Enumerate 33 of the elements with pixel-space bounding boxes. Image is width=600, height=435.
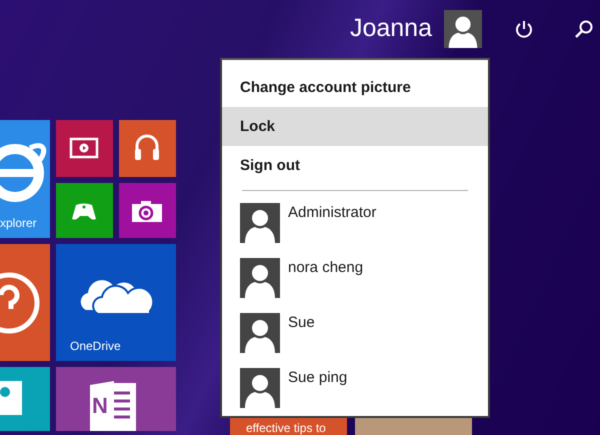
- user-name: nora cheng: [288, 260, 364, 278]
- tile[interactable]: N: [56, 367, 176, 431]
- avatar-icon: [240, 203, 280, 243]
- user-name: Administrator: [288, 205, 376, 223]
- user-row[interactable]: Sue: [222, 313, 488, 368]
- user-row[interactable]: nora cheng: [222, 258, 488, 313]
- video-icon: [69, 136, 99, 160]
- search-icon[interactable]: [574, 19, 594, 39]
- user-name: Sue: [288, 315, 315, 333]
- tile-label: xplorer: [0, 215, 37, 232]
- tile[interactable]: [119, 120, 176, 177]
- user-row[interactable]: Administrator: [222, 203, 488, 258]
- tile[interactable]: OneDrive: [56, 244, 176, 361]
- tile[interactable]: xplorer: [0, 120, 50, 238]
- avatar-icon[interactable]: [444, 10, 482, 48]
- tile[interactable]: [56, 120, 113, 177]
- avatar-icon: [240, 258, 280, 298]
- tile-label: effective tips to: [246, 420, 326, 435]
- user-name: Sue ping: [288, 370, 348, 388]
- avatar-icon: [240, 313, 280, 353]
- tile[interactable]: [56, 183, 113, 238]
- article-tile[interactable]: effective tips to: [230, 418, 347, 435]
- menu-item[interactable]: Change account picture: [222, 68, 488, 107]
- menu-item[interactable]: Lock: [222, 107, 488, 146]
- user-name[interactable]: Joanna: [350, 10, 432, 48]
- power-icon[interactable]: [514, 19, 534, 39]
- tile[interactable]: [119, 183, 176, 238]
- avatar-icon: [240, 368, 280, 408]
- menu-item[interactable]: Sign out: [222, 146, 488, 185]
- camera-icon: [131, 199, 163, 223]
- tile-label: OneDrive: [70, 338, 121, 355]
- notebook-letter: N: [92, 395, 108, 417]
- headphones-icon: [132, 132, 162, 162]
